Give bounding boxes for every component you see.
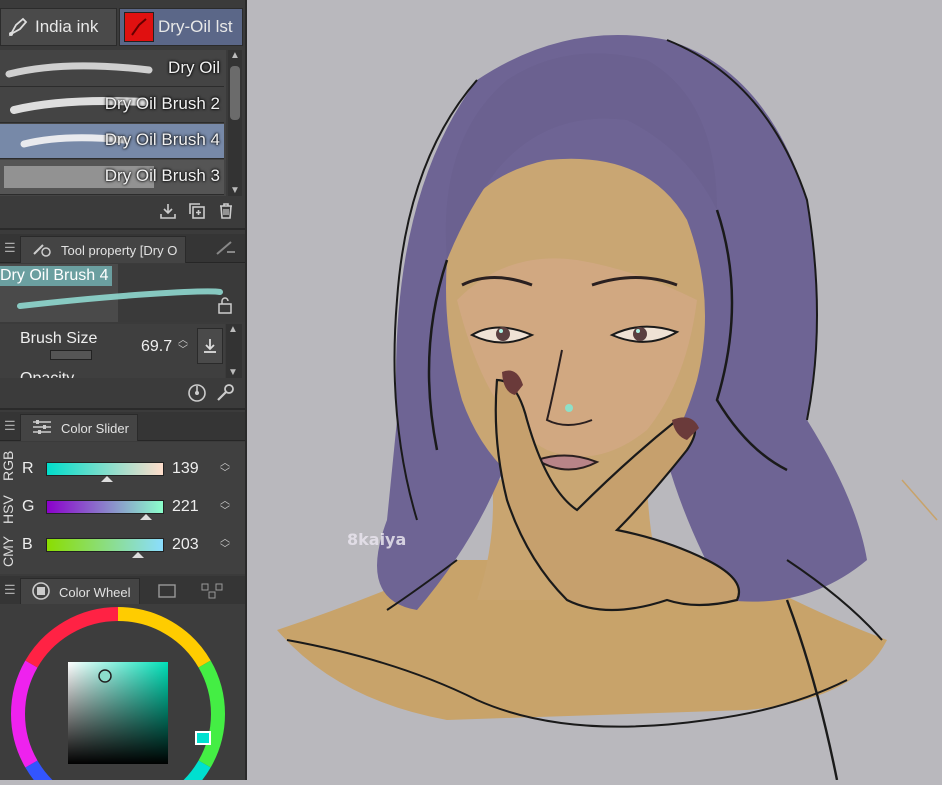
color-slider-header: ☰ Color Slider <box>0 412 245 441</box>
tab-color-wheel[interactable]: Color Wheel <box>20 578 140 605</box>
list-item[interactable]: Dry Oil Brush 2 <box>0 88 224 123</box>
menu-icon[interactable]: ☰ <box>4 418 16 434</box>
artwork-illustration[interactable]: 8kaiya <box>247 0 942 780</box>
color-wheel[interactable] <box>0 604 245 785</box>
chevron-up-icon[interactable]: ▲ <box>228 324 238 335</box>
tab-india-ink[interactable]: India ink <box>0 8 117 46</box>
brush-name: Dry Oil Brush 4 <box>104 130 220 149</box>
spin-updown-icon[interactable]: ︿ ﹀ <box>220 497 230 517</box>
download-icon <box>204 339 216 353</box>
green-slider[interactable] <box>46 500 164 514</box>
tool-property-footer <box>0 378 245 410</box>
color-wheel-header: ☰ Color Wheel <box>0 576 245 605</box>
trash-icon[interactable] <box>216 202 236 222</box>
spin-updown-icon[interactable]: ︿ ﹀ <box>220 535 230 555</box>
red-brush-icon <box>124 12 154 42</box>
brush-name: Dry Oil <box>168 58 220 77</box>
wheel-icon <box>31 581 51 604</box>
green-slider-handle[interactable] <box>140 514 152 520</box>
tab-rgb[interactable]: RGB <box>0 446 18 486</box>
watermark-text: 8kaiya <box>347 530 406 549</box>
color-slider-panel: RGB HSV CMY R 139 ︿ ﹀ G 221 ︿ ﹀ B 203 ︿ ﹀ <box>0 442 245 574</box>
red-slider-handle[interactable] <box>101 476 113 482</box>
tool-property-scrollbar[interactable]: ▲ ▼ <box>226 324 242 378</box>
subtool-tabs: India ink Dry-Oil lst <box>0 8 245 46</box>
brush-settings-icon[interactable] <box>215 240 237 261</box>
brush-stroke-preview <box>5 62 153 78</box>
duplicate-icon[interactable] <box>187 202 207 222</box>
panel-title: Color Slider <box>61 420 129 436</box>
list-item[interactable]: Dry Oil Brush 4 <box>0 124 224 159</box>
lock-icon[interactable] <box>217 296 233 319</box>
dial-icon[interactable] <box>186 382 208 409</box>
tab-cmy[interactable]: CMY <box>0 532 18 570</box>
tab-hsv[interactable]: HSV <box>0 490 18 530</box>
left-panel: India ink Dry-Oil lst Dry Oil Dry Oil Br… <box>0 0 247 785</box>
chevron-down-icon[interactable]: ▼ <box>230 185 240 196</box>
brush-name: Dry Oil Brush 2 <box>104 94 220 113</box>
import-icon[interactable] <box>158 202 178 222</box>
tab-dry-oil[interactable]: Dry-Oil lst <box>119 8 243 46</box>
tab-color-slider[interactable]: Color Slider <box>20 414 138 441</box>
blue-value[interactable]: 203 <box>172 536 199 554</box>
channel-label: B <box>22 536 33 553</box>
channel-label: R <box>22 460 34 477</box>
tab-label: India ink <box>35 17 99 36</box>
red-slider[interactable] <box>46 462 164 476</box>
opacity-row: Opacity <box>0 364 225 378</box>
wrench-icon[interactable] <box>214 382 236 409</box>
panel-title: Color Wheel <box>59 584 131 600</box>
chevron-down-icon[interactable]: ▼ <box>228 367 238 378</box>
brush-preview-name: Dry Oil Brush 4 <box>0 266 113 286</box>
save-default-button[interactable] <box>197 328 223 364</box>
menu-icon[interactable]: ☰ <box>4 240 16 256</box>
list-item[interactable]: Dry Oil Brush 3 <box>0 160 224 195</box>
brush-list: Dry Oil Dry Oil Brush 2 Dry Oil Brush 4 … <box>0 50 226 196</box>
red-value[interactable]: 139 <box>172 460 199 478</box>
brush-size-row: Brush Size 69.7 ︿ ﹀ <box>0 324 225 364</box>
brush-list-scrollbar[interactable]: ▲ ▼ <box>228 50 242 196</box>
tab-tool-property[interactable]: Tool property [Dry O <box>20 236 187 263</box>
brush-size-value[interactable]: 69.7 <box>141 338 172 356</box>
drawing-canvas[interactable]: 8kaiya <box>247 0 942 780</box>
color-mode-tabs: RGB HSV CMY <box>0 446 18 570</box>
blue-slider-handle[interactable] <box>132 552 144 558</box>
color-set-icon[interactable] <box>156 582 178 605</box>
pen-nib-icon <box>5 14 31 40</box>
color-wheel-panel <box>0 604 245 785</box>
sliders-icon <box>31 418 53 439</box>
list-item[interactable]: Dry Oil <box>0 52 224 87</box>
brush-size-bar[interactable] <box>50 350 92 360</box>
opacity-label: Opacity <box>20 370 74 378</box>
brush-list-actions <box>0 198 245 230</box>
channel-label: G <box>22 498 35 515</box>
tool-property-header: ☰ Tool property [Dry O <box>0 234 245 263</box>
panel-title: Tool property [Dry O <box>61 242 178 258</box>
green-value[interactable]: 221 <box>172 498 199 516</box>
scroll-thumb[interactable] <box>230 66 240 120</box>
menu-icon[interactable]: ☰ <box>4 582 16 598</box>
wrench-gear-icon <box>31 240 53 261</box>
spin-updown-icon[interactable]: ︿ ﹀ <box>178 336 188 356</box>
brush-name: Dry Oil Brush 3 <box>104 166 220 185</box>
brush-size-label: Brush Size <box>20 330 98 347</box>
chevron-up-icon[interactable]: ▲ <box>230 50 240 61</box>
tab-label: Dry-Oil lst <box>158 17 233 36</box>
blue-slider[interactable] <box>46 538 164 552</box>
spin-updown-icon[interactable]: ︿ ﹀ <box>220 459 230 479</box>
intermediate-color-icon[interactable] <box>200 582 224 605</box>
